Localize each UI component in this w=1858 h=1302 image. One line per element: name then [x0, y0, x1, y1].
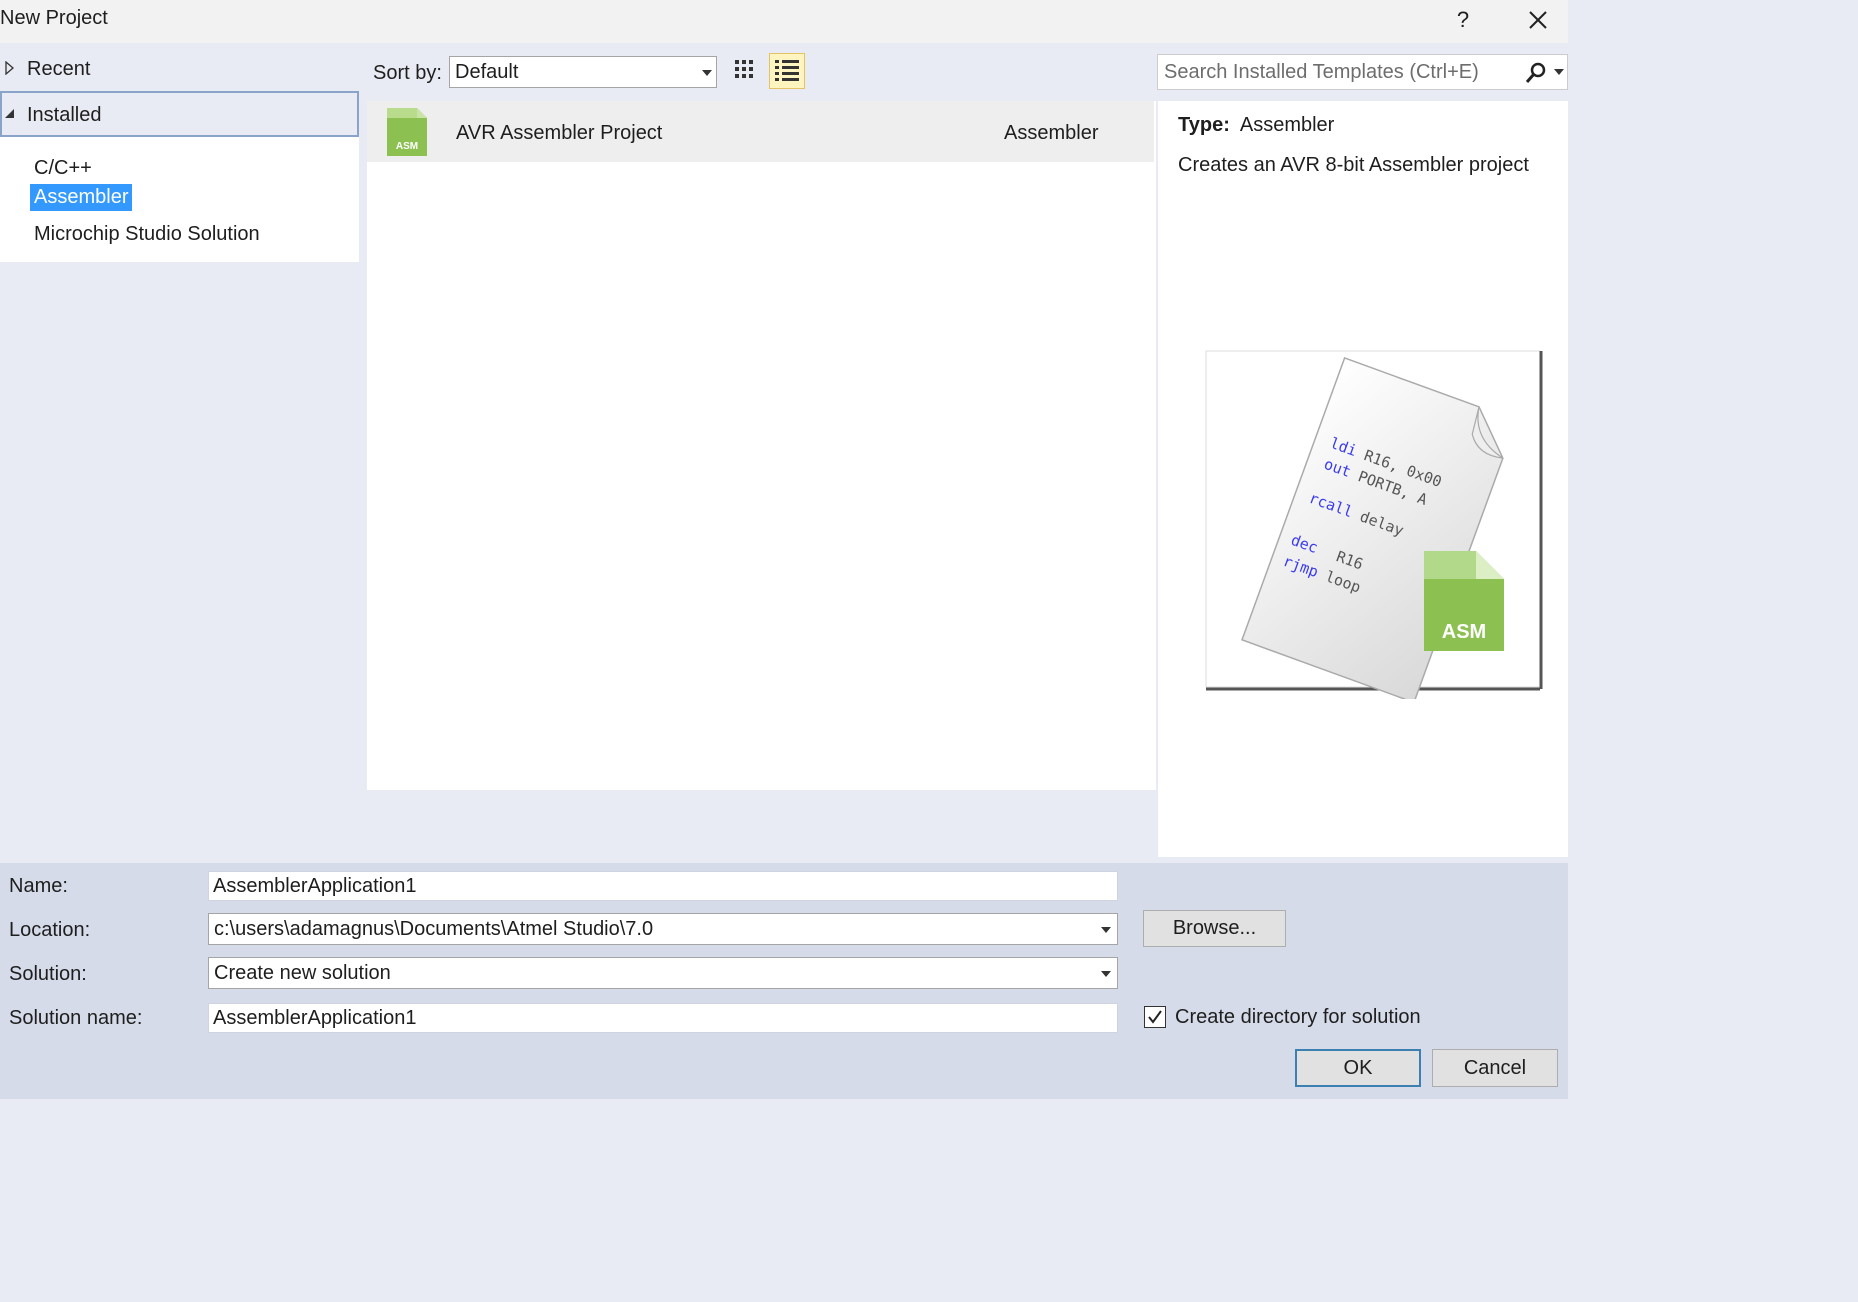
tree-item-microchip-studio-solution[interactable]: Microchip Studio Solution	[30, 221, 264, 248]
cancel-button[interactable]: Cancel	[1432, 1049, 1558, 1087]
create-directory-label[interactable]: Create directory for solution	[1175, 1006, 1421, 1029]
sort-by-value: Default	[455, 61, 519, 83]
tree-item-recent[interactable]: Recent	[0, 45, 359, 91]
name-field[interactable]: AssemblerApplication1	[208, 871, 1118, 901]
list-view-icon	[775, 60, 799, 81]
location-label: Location:	[9, 919, 91, 941]
template-language: Assembler	[1004, 122, 1099, 144]
tree-item-recent-label: Recent	[27, 58, 91, 80]
close-icon	[1529, 11, 1547, 29]
tree-item-assembler[interactable]: Assembler	[30, 184, 133, 211]
project-settings-form: Name: AssemblerApplication1 Location: c:…	[0, 863, 1568, 1099]
collapse-arrow-icon[interactable]	[4, 107, 16, 121]
installed-children-list: C/C++ Assembler Microchip Studio Solutio…	[0, 137, 359, 262]
sort-by-dropdown[interactable]: Default	[449, 56, 717, 88]
grid-view-icon	[735, 60, 753, 78]
template-description: Creates an AVR 8-bit Assembler project	[1178, 154, 1529, 176]
close-button[interactable]	[1520, 4, 1556, 36]
template-details-panel: Type: Assembler Creates an AVR 8-bit Asse…	[1158, 101, 1568, 857]
checkmark-icon	[1148, 1010, 1162, 1024]
chevron-down-icon	[1101, 927, 1111, 933]
search-input[interactable]	[1164, 59, 1514, 85]
expand-arrow-icon[interactable]	[4, 61, 16, 75]
search-icon[interactable]	[1524, 61, 1548, 85]
title-bar	[0, 0, 1568, 43]
grid-view-button[interactable]	[732, 57, 758, 85]
browse-button[interactable]: Browse...	[1143, 910, 1286, 947]
solution-name-label: Solution name:	[9, 1007, 143, 1029]
asm-file-icon: ASM	[387, 108, 427, 156]
location-value: c:\users\adamagnus\Documents\Atmel Studi…	[214, 918, 654, 940]
create-directory-checkbox[interactable]	[1144, 1006, 1166, 1028]
tree-item-installed-label: Installed	[27, 104, 102, 126]
list-view-button[interactable]	[769, 53, 805, 89]
chevron-down-icon	[1101, 971, 1111, 977]
name-label: Name:	[9, 875, 68, 897]
dialog-title: New Project	[0, 7, 108, 29]
solution-dropdown[interactable]: Create new solution	[208, 957, 1118, 989]
tree-item-cpp[interactable]: C/C++	[30, 155, 96, 182]
search-templates-box[interactable]	[1157, 54, 1568, 90]
tree-item-installed[interactable]: Installed	[0, 91, 359, 137]
location-dropdown[interactable]: c:\users\adamagnus\Documents\Atmel Studi…	[208, 913, 1118, 945]
search-options-chevron-icon[interactable]	[1554, 69, 1564, 75]
template-name: AVR Assembler Project	[456, 122, 663, 144]
asm-badge-text: ASM	[1442, 621, 1486, 643]
type-label: Type:	[1178, 114, 1230, 136]
solution-value: Create new solution	[214, 962, 391, 984]
help-button[interactable]: ?	[1448, 4, 1478, 36]
solution-label: Solution:	[9, 963, 87, 985]
template-list: ASM AVR Assembler Project Assembler	[367, 101, 1156, 790]
asm-badge-text: ASM	[396, 141, 418, 152]
sort-by-label: Sort by:	[373, 62, 442, 84]
asm-document-preview-image: ldi R16, 0x00 out PORTB, A rcall delay d…	[1205, 350, 1543, 699]
chevron-down-icon	[702, 70, 712, 76]
solution-name-field[interactable]: AssemblerApplication1	[208, 1003, 1118, 1033]
ok-button[interactable]: OK	[1295, 1049, 1421, 1087]
template-type-line: Type: Assembler	[1178, 114, 1334, 137]
template-row-avr-assembler-project[interactable]: ASM AVR Assembler Project Assembler	[367, 101, 1154, 162]
type-value: Assembler	[1239, 114, 1335, 136]
